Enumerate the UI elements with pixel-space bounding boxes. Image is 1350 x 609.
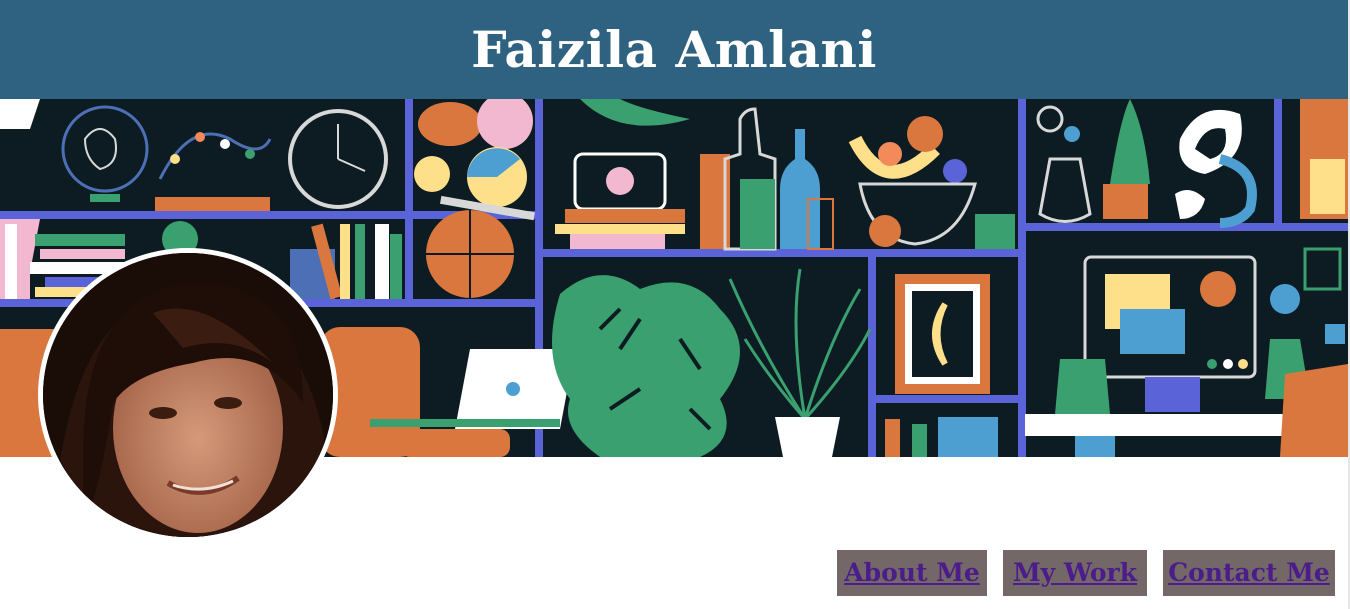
nav-contact-me-link[interactable]: Contact Me [1163, 550, 1335, 596]
profile-photo-icon [43, 253, 333, 537]
nav-about-me-link[interactable]: About Me [837, 550, 987, 596]
nav-my-work-link[interactable]: My Work [1003, 550, 1147, 596]
site-header: Faizila Amlani [0, 0, 1348, 99]
profile-avatar [38, 248, 338, 542]
site-title: Faizila Amlani [471, 20, 877, 79]
